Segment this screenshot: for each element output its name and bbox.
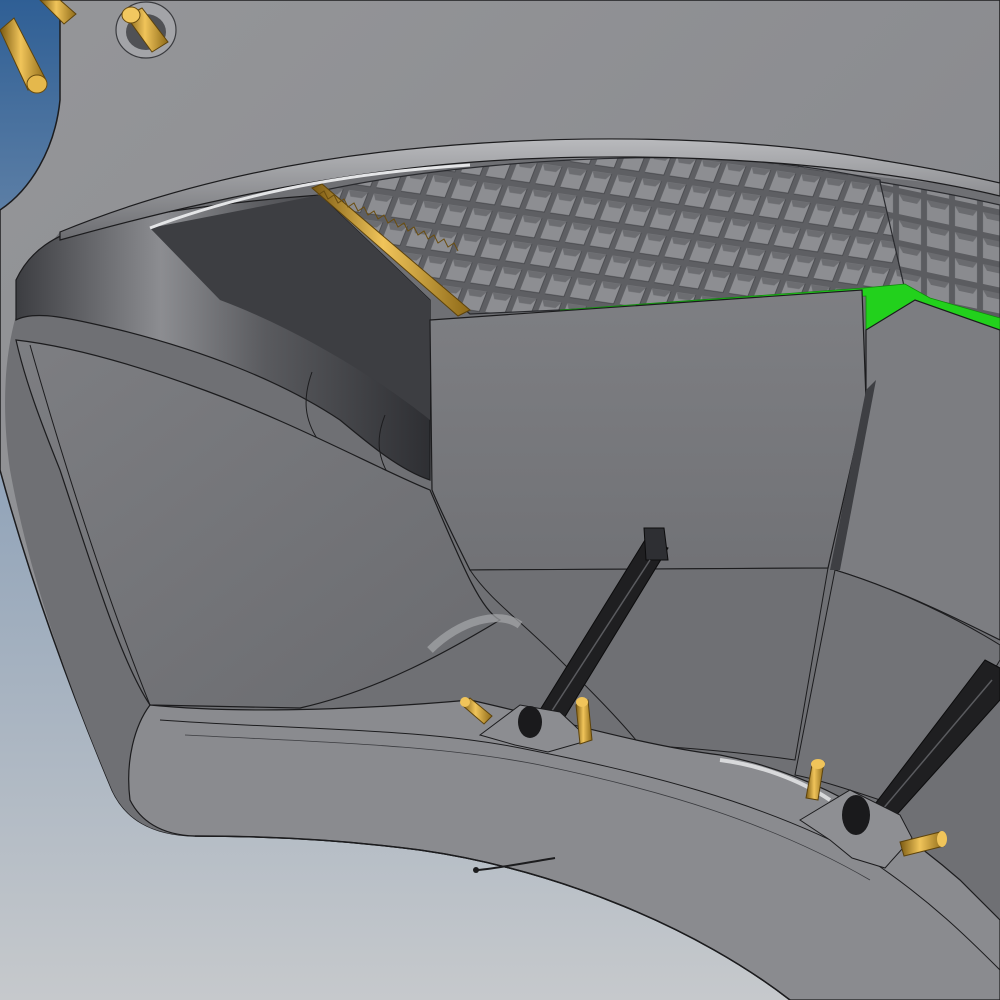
strut-top-cap <box>643 527 669 561</box>
brass-pin-end <box>460 697 470 707</box>
brass-pin-end <box>121 6 141 24</box>
cable-end <box>473 867 479 873</box>
cad-viewport[interactable] <box>0 0 1000 1000</box>
brass-pin-end <box>937 831 947 847</box>
brass-pin-end <box>26 74 48 94</box>
brass-pin-end <box>811 759 825 769</box>
bracket-bushing <box>842 795 870 835</box>
bracket-bushing <box>518 706 542 738</box>
cad-scene[interactable] <box>0 0 1000 1000</box>
brass-pin-end <box>576 697 588 707</box>
